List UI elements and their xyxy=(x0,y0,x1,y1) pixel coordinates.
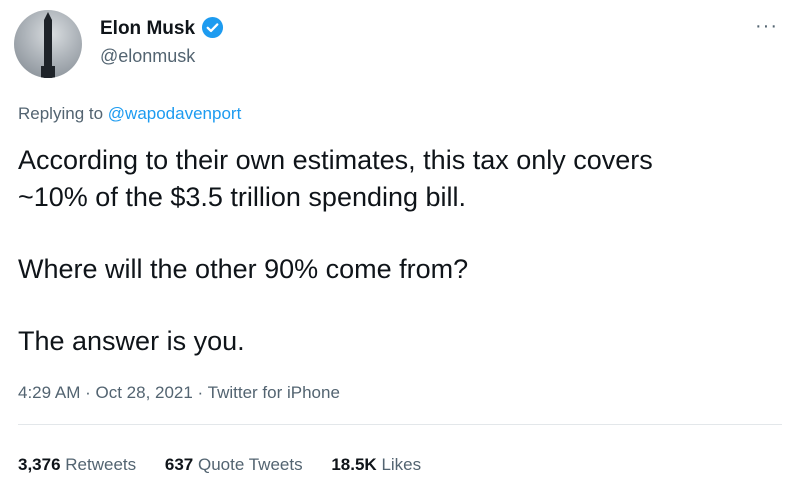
tweet-meta: 4:29 AM · Oct 28, 2021 · Twitter for iPh… xyxy=(18,383,340,403)
quote-tweets-count: 637 xyxy=(164,455,194,474)
retweets-label: Retweets xyxy=(65,455,137,474)
divider xyxy=(18,424,782,425)
verified-badge-icon xyxy=(201,16,224,39)
retweets-stat[interactable]: 3,376 Retweets xyxy=(18,455,136,475)
tweet-body-paragraph-3: The answer is you. xyxy=(18,326,245,356)
tweet-card: Elon Musk @elonmusk ··· Replying to @wap… xyxy=(0,0,800,488)
rocket-silhouette-icon xyxy=(41,12,55,78)
tweet-body-paragraph-1: According to their own estimates, this t… xyxy=(18,142,653,216)
tweet-text-line: According to their own estimates, this t… xyxy=(18,145,653,175)
author-name[interactable]: Elon Musk xyxy=(100,18,195,40)
tweet-source[interactable]: Twitter for iPhone xyxy=(208,383,340,402)
author-handle[interactable]: @elonmusk xyxy=(100,46,195,67)
replying-to-label: Replying to xyxy=(18,104,108,123)
quote-tweets-label: Quote Tweets xyxy=(198,455,303,474)
meta-separator: · xyxy=(192,383,208,402)
avatar[interactable] xyxy=(14,10,82,78)
engagement-stats: 3,376 Retweets 637 Quote Tweets 18.5K Li… xyxy=(18,455,445,475)
tweet-date[interactable]: Oct 28, 2021 xyxy=(95,383,192,402)
more-options-icon[interactable]: ··· xyxy=(755,16,778,36)
likes-label: Likes xyxy=(381,455,422,474)
quote-tweets-stat[interactable]: 637 Quote Tweets xyxy=(165,455,303,475)
retweets-count: 3,376 xyxy=(18,455,61,474)
tweet-text-line: ~10% of the $3.5 trillion spending bill. xyxy=(18,182,467,212)
tweet-body-paragraph-2: Where will the other 90% come from? xyxy=(18,254,469,284)
likes-stat[interactable]: 18.5K Likes xyxy=(331,455,421,475)
meta-separator: · xyxy=(80,383,96,402)
tweet-time[interactable]: 4:29 AM xyxy=(18,383,80,402)
likes-count: 18.5K xyxy=(331,455,377,474)
replying-to: Replying to @wapodavenport xyxy=(18,104,241,124)
mention-link[interactable]: @wapodavenport xyxy=(108,104,242,123)
